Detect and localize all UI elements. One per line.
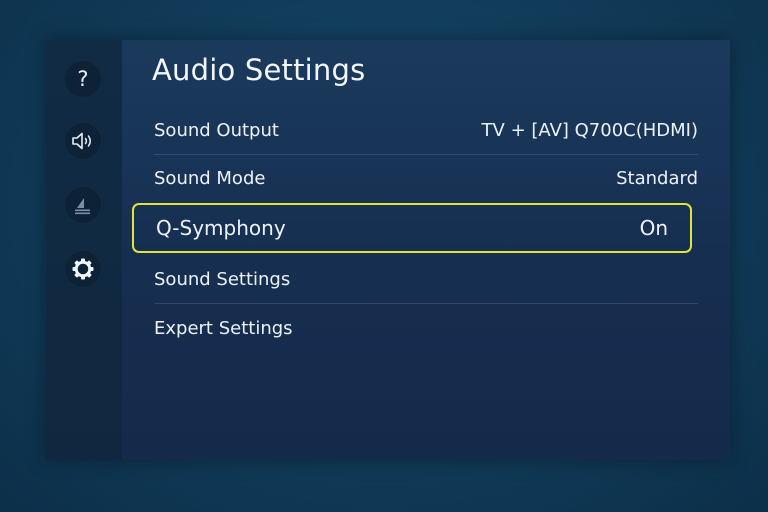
menu-item-value: On — [639, 216, 668, 240]
help-icon: ? — [77, 66, 89, 91]
broadcast-icon — [75, 198, 90, 215]
menu-item-sound-output[interactable]: Sound Output TV + [AV] Q700C(HDMI) — [154, 106, 698, 154]
settings-content: Audio Settings Sound Output TV + [AV] Q7… — [122, 40, 730, 460]
menu-item-label: Sound Settings — [154, 268, 291, 290]
sidebar-item-support[interactable]: ? — [64, 60, 102, 98]
menu-item-value: Standard — [616, 167, 698, 189]
sidebar-item-broadcasting[interactable] — [64, 186, 102, 224]
sidebar-item-general[interactable] — [64, 250, 102, 288]
menu-item-expert-settings[interactable]: Expert Settings — [154, 304, 698, 352]
settings-sidebar: ? — [46, 40, 122, 460]
gear-icon — [72, 258, 94, 280]
page-title: Audio Settings — [152, 53, 366, 87]
settings-panel: ? Audio Settings Sound Output TV + [AV] … — [46, 40, 730, 460]
menu-item-q-symphony[interactable]: Q-Symphony On — [132, 203, 692, 253]
menu-item-label: Expert Settings — [154, 317, 293, 339]
menu-item-label: Sound Mode — [154, 167, 266, 189]
speaker-icon — [72, 132, 91, 150]
menu-item-sound-mode[interactable]: Sound Mode Standard — [154, 154, 698, 202]
sidebar-item-sound[interactable] — [64, 122, 102, 160]
menu-item-value: TV + [AV] Q700C(HDMI) — [481, 119, 698, 141]
menu-item-label: Q-Symphony — [156, 216, 286, 240]
menu-item-sound-settings[interactable]: Sound Settings — [154, 255, 698, 303]
menu-item-label: Sound Output — [154, 119, 279, 141]
